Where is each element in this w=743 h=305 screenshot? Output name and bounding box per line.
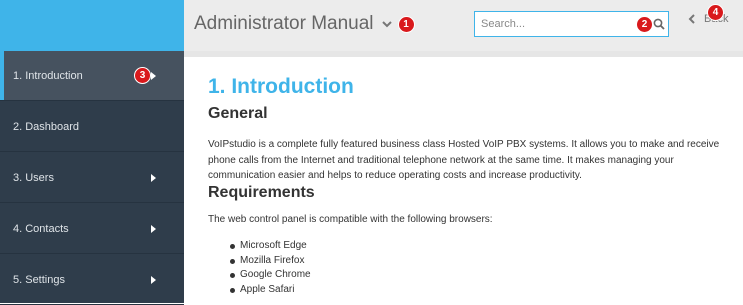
- chevron-left-icon: [688, 14, 695, 24]
- section-heading-general: General: [208, 105, 268, 122]
- logo-area: [0, 0, 184, 51]
- chevron-right-icon[interactable]: [151, 173, 156, 182]
- sidebar-item-users[interactable]: 3. Users: [0, 153, 184, 203]
- annotation-badge-4: 4: [707, 4, 724, 21]
- chevron-right-icon[interactable]: [151, 275, 156, 284]
- annotation-badge-3: 3: [134, 67, 151, 84]
- header: Administrator Manual 1 2 Back 4: [184, 0, 743, 51]
- sidebar-item-contacts[interactable]: 4. Contacts: [0, 204, 184, 254]
- chevron-down-icon[interactable]: [380, 17, 394, 31]
- sidebar-item-label: 1. Introduction: [13, 69, 83, 82]
- annotation-badge-1: 1: [397, 15, 415, 33]
- requirements-paragraph: The web control panel is compatible with…: [208, 214, 493, 225]
- search-icon[interactable]: [653, 18, 665, 30]
- chevron-right-icon[interactable]: [151, 224, 156, 233]
- list-item: Google Chrome: [230, 268, 311, 283]
- main-content: 1. Introduction General VoIPstudio is a …: [184, 57, 743, 303]
- general-paragraph: VoIPstudio is a complete fully featured …: [208, 139, 720, 181]
- sidebar-item-label: 3. Users: [13, 171, 54, 184]
- browser-list: Microsoft Edge Mozilla Firefox Google Ch…: [230, 239, 311, 297]
- sidebar-item-introduction[interactable]: 1. Introduction 3: [0, 51, 184, 101]
- title-dropdown[interactable]: Administrator Manual 1: [194, 13, 415, 35]
- chevron-right-icon[interactable]: [151, 71, 156, 80]
- sidebar: 1. Introduction 3 2. Dashboard 3. Users …: [0, 51, 184, 305]
- sidebar-item-label: 4. Contacts: [13, 222, 69, 235]
- sidebar-item-settings[interactable]: 5. Settings: [0, 255, 184, 305]
- sidebar-item-dashboard[interactable]: 2. Dashboard: [0, 102, 184, 152]
- list-item: Microsoft Edge: [230, 239, 311, 254]
- search-input[interactable]: [481, 15, 626, 33]
- search-box[interactable]: 2: [474, 11, 669, 37]
- section-heading-requirements: Requirements: [208, 184, 315, 201]
- list-item: Apple Safari: [230, 283, 311, 298]
- sidebar-item-label: 2. Dashboard: [13, 120, 80, 133]
- sidebar-item-label: 5. Settings: [13, 273, 65, 286]
- annotation-badge-2: 2: [636, 16, 653, 33]
- manual-title: Administrator Manual: [194, 13, 374, 34]
- list-item: Mozilla Firefox: [230, 254, 311, 269]
- page-title: 1. Introduction: [208, 75, 354, 98]
